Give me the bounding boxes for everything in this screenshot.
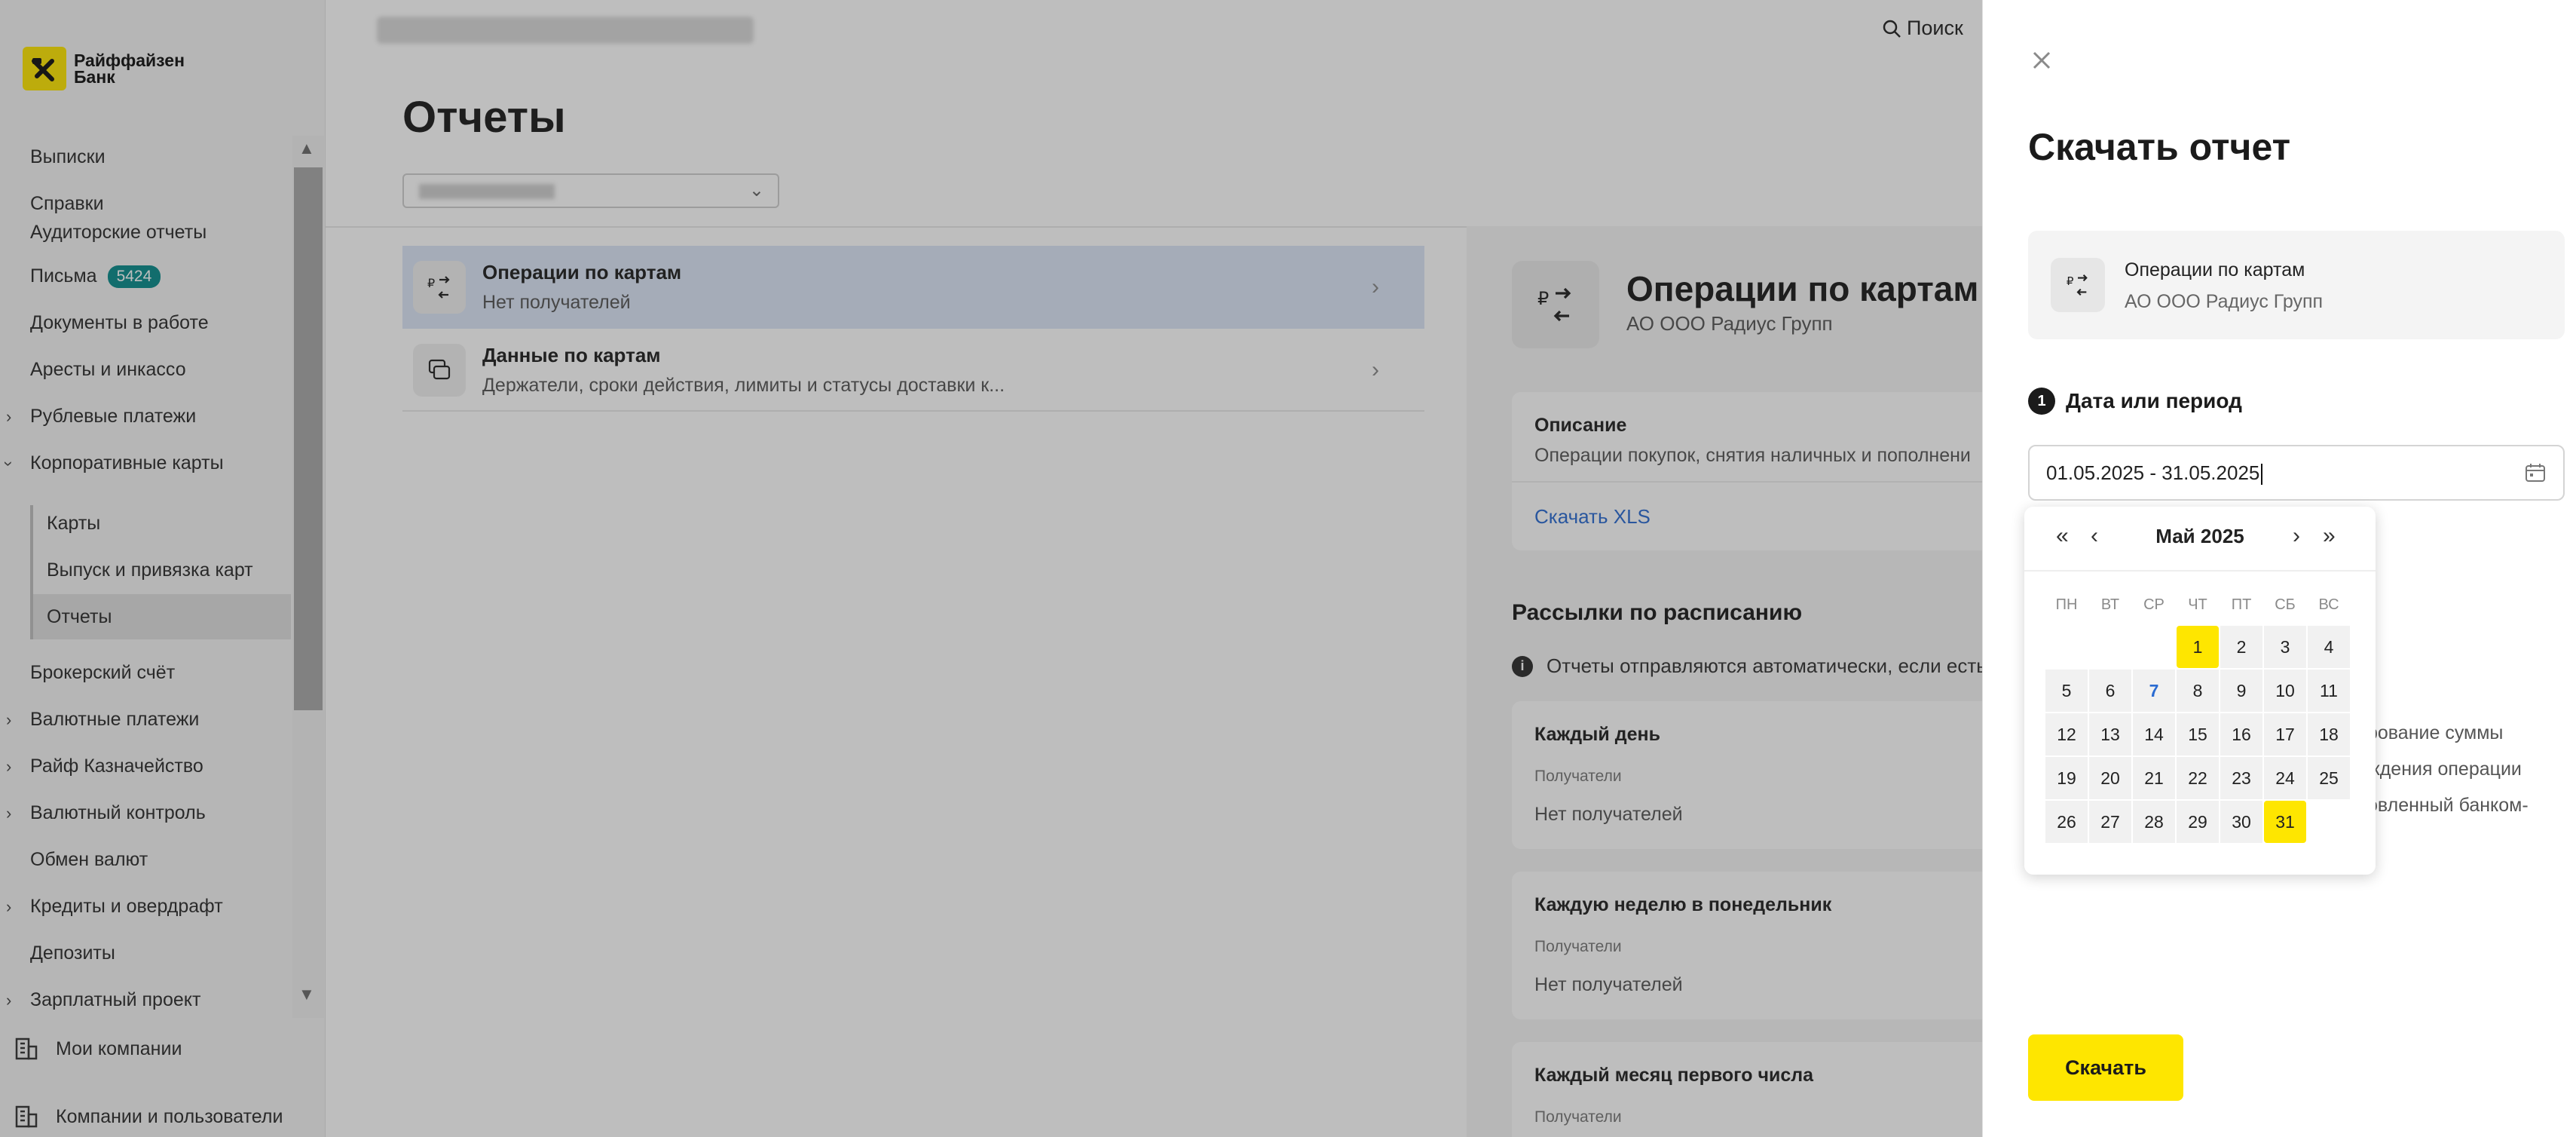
calendar-day[interactable]: 16	[2220, 713, 2262, 755]
obscured-text: рование суммы	[2367, 722, 2504, 743]
selected-report-company: АО ООО Радиус Групп	[2125, 291, 2324, 312]
weekday-header: ВТ	[2100, 596, 2120, 613]
date-range-input[interactable]: 01.05.2025 - 31.05.2025	[2028, 445, 2565, 501]
selected-report-card: ₽ Операции по картам АО ООО Радиус Групп	[2028, 231, 2565, 339]
app-root: Райффайзен Банк Выписки Справки Аудиторс…	[0, 0, 2576, 1137]
calendar-day[interactable]: 4	[2308, 626, 2350, 668]
calendar-day[interactable]: 7	[2133, 670, 2175, 712]
calendar-day[interactable]: 5	[2045, 670, 2088, 712]
calendar-day[interactable]: 17	[2264, 713, 2306, 755]
calendar-day[interactable]: 14	[2133, 713, 2175, 755]
calendar-day[interactable]: 15	[2177, 713, 2219, 755]
weekday-header: ВС	[2318, 596, 2339, 613]
calendar-day[interactable]: 31	[2264, 801, 2306, 843]
calendar-day[interactable]: 6	[2089, 670, 2131, 712]
calendar-day[interactable]: 27	[2089, 801, 2131, 843]
calendar-day[interactable]: 29	[2177, 801, 2219, 843]
calendar-day[interactable]: 19	[2045, 757, 2088, 799]
drawer-title: Скачать отчет	[2028, 126, 2291, 168]
calendar-day[interactable]: 2	[2220, 626, 2262, 668]
calendar-day[interactable]: 21	[2133, 757, 2175, 799]
step-label: Дата или период	[2066, 389, 2242, 412]
svg-text:₽: ₽	[2067, 274, 2074, 288]
calendar-day[interactable]: 23	[2220, 757, 2262, 799]
obscured-text: ждения операции	[2367, 759, 2522, 780]
date-range-value: 01.05.2025 - 31.05.2025	[2046, 461, 2262, 485]
calendar-divider	[2024, 570, 2376, 572]
calendar-day[interactable]: 18	[2308, 713, 2350, 755]
download-button[interactable]: Скачать	[2028, 1034, 2183, 1101]
calendar-day[interactable]: 8	[2177, 670, 2219, 712]
step-date-period: 1 Дата или период	[2028, 388, 2242, 415]
calendar-day[interactable]: 30	[2220, 801, 2262, 843]
step-number: 1	[2028, 388, 2055, 415]
calendar-day[interactable]: 12	[2045, 713, 2088, 755]
modal-backdrop[interactable]	[0, 0, 1982, 1137]
weekday-header: ЧТ	[2188, 596, 2207, 613]
date-picker-popup: « ‹ Май 2025 › » ПН ВТ СР ЧТ ПТ СБ ВС 1 2 3 4 5 6 7 8 9…	[2024, 507, 2376, 875]
calendar-day[interactable]: 11	[2308, 670, 2350, 712]
calendar-day[interactable]: 1	[2177, 626, 2219, 668]
calendar-day[interactable]: 20	[2089, 757, 2131, 799]
card-exchange-icon: ₽	[2051, 258, 2105, 312]
calendar-day[interactable]: 3	[2264, 626, 2306, 668]
calendar-day[interactable]: 22	[2177, 757, 2219, 799]
calendar-day[interactable]: 13	[2089, 713, 2131, 755]
calendar-day[interactable]: 10	[2264, 670, 2306, 712]
obscured-text: овленный банком-	[2367, 795, 2529, 816]
next-month-icon[interactable]: ›	[2293, 523, 2300, 549]
weekday-header: ПН	[2055, 596, 2078, 613]
next-year-icon[interactable]: »	[2323, 523, 2336, 549]
weekday-header: СР	[2143, 596, 2165, 613]
calendar-day[interactable]: 24	[2264, 757, 2306, 799]
weekday-header: СБ	[2275, 596, 2296, 613]
close-icon[interactable]	[2028, 47, 2055, 74]
calendar-header: « ‹ Май 2025 › »	[2024, 507, 2376, 568]
calendar-day[interactable]: 26	[2045, 801, 2088, 843]
weekday-header: ПТ	[2231, 596, 2252, 613]
calendar-icon[interactable]	[2524, 461, 2547, 484]
calendar-day[interactable]: 9	[2220, 670, 2262, 712]
selected-report-title: Операции по картам	[2125, 259, 2305, 280]
calendar-day[interactable]: 28	[2133, 801, 2175, 843]
calendar-day[interactable]: 25	[2308, 757, 2350, 799]
